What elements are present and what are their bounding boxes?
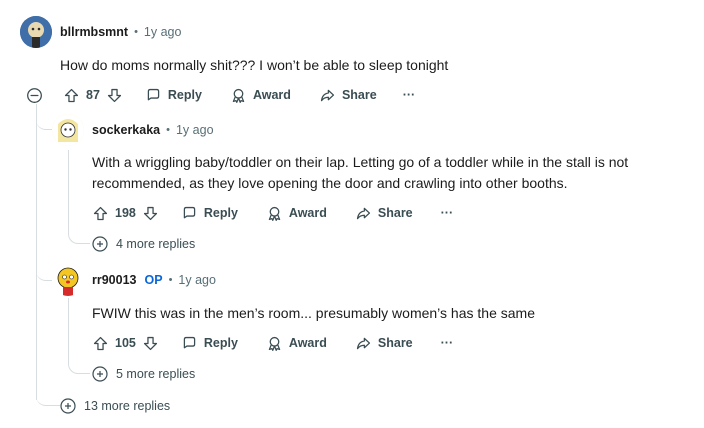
more-replies-button[interactable]: 4 more replies [92,236,195,252]
award-button[interactable]: Award [266,205,327,222]
avatar-icon [52,264,84,296]
avatar[interactable] [52,114,84,146]
overflow-menu-button[interactable]: ··· [441,336,454,350]
plus-circle-icon [92,236,108,252]
thread-curve-reply2-more [68,298,90,374]
overflow-menu-button[interactable]: ··· [441,206,454,220]
comment-meta: sockerkaka • 1y ago [92,123,214,137]
avatar[interactable] [52,264,84,296]
reply-icon [183,336,196,348]
award-icon [268,206,281,221]
comment-meta: rr90013 OP • 1y ago [92,273,216,287]
comment-body: With a wriggling baby/toddler on their l… [92,154,629,191]
share-icon [356,337,370,349]
award-icon [232,88,245,103]
award-label: Award [288,336,327,350]
more-replies-label: 4 more replies [116,237,196,251]
more-replies-label: 5 more replies [116,367,196,381]
separator: • [168,274,173,286]
timestamp[interactable]: 1y ago [144,25,182,39]
comment-body: FWIW this was in the men’s room... presu… [92,305,535,321]
award-label: Award [252,88,291,102]
reply-button[interactable]: Reply [145,87,202,104]
username[interactable]: sockerkaka [92,123,160,137]
thread-curve-reply1 [36,113,52,130]
thread-curve-reply2 [36,267,52,281]
reply-icon [183,206,196,218]
downvote-icon [107,88,121,102]
reply-label: Reply [203,336,238,350]
share-label: Share [377,206,413,220]
downvote-button[interactable] [106,87,123,104]
more-replies-button[interactable]: 5 more replies [92,366,195,382]
username[interactable]: bllrmbsmnt [60,25,128,39]
timestamp[interactable]: 1y ago [176,123,214,137]
more-replies-label: 13 more replies [84,399,171,413]
thread-curve-root-more [36,392,60,406]
avatar-icon [52,114,84,146]
separator: • [134,26,138,38]
comment-actions: 198 Reply Award Share ··· [92,203,453,223]
op-badge: OP [144,273,163,287]
thread-line-root [36,104,37,400]
share-icon [356,207,370,219]
timestamp[interactable]: 1y ago [178,273,216,287]
reply-button[interactable]: Reply [181,205,238,222]
downvote-icon [143,206,157,220]
separator: • [166,124,170,136]
share-label: Share [341,88,377,102]
share-label: Share [377,336,413,350]
plus-circle-icon [92,366,108,382]
share-button[interactable]: Share [355,335,413,352]
award-label: Award [288,206,327,220]
upvote-button[interactable] [92,205,109,222]
reply-label: Reply [167,88,202,102]
share-button[interactable]: Share [319,87,377,104]
avatar[interactable] [20,16,52,48]
vote-count: 87 [86,88,100,102]
downvote-button[interactable] [142,335,159,352]
award-button[interactable]: Award [230,87,291,104]
comment-actions: 105 Reply Award Share ··· [92,333,453,353]
upvote-button[interactable] [63,87,80,104]
award-button[interactable]: Award [266,335,327,352]
upvote-button[interactable] [92,335,109,352]
overflow-label: ··· [440,206,454,220]
plus-circle-icon [60,398,76,414]
downvote-icon [143,336,157,350]
upvote-icon [64,88,79,102]
comment-actions: 87 Reply Award Share ··· [26,85,415,105]
reply-icon [147,88,160,100]
share-button[interactable]: Share [355,205,413,222]
overflow-label: ··· [402,88,416,102]
collapse-icon [27,87,42,103]
vote-count: 198 [115,206,136,220]
award-icon [268,336,281,351]
share-icon [320,89,335,101]
overflow-label: ··· [440,336,454,350]
thread-curve-reply1-more [68,150,90,244]
reply-button[interactable]: Reply [181,335,238,352]
upvote-icon [93,336,108,350]
vote-count: 105 [115,336,136,350]
overflow-menu-button[interactable]: ··· [403,88,416,102]
comment-meta: bllrmbsmnt • 1y ago [60,25,181,39]
comment-body: How do moms normally shit??? I won’t be … [60,57,449,73]
upvote-icon [93,206,108,220]
downvote-button[interactable] [142,205,159,222]
more-replies-button[interactable]: 13 more replies [60,398,170,414]
username[interactable]: rr90013 [92,273,137,287]
collapse-button[interactable] [26,87,43,104]
avatar-icon [20,16,52,48]
reply-label: Reply [203,206,238,220]
